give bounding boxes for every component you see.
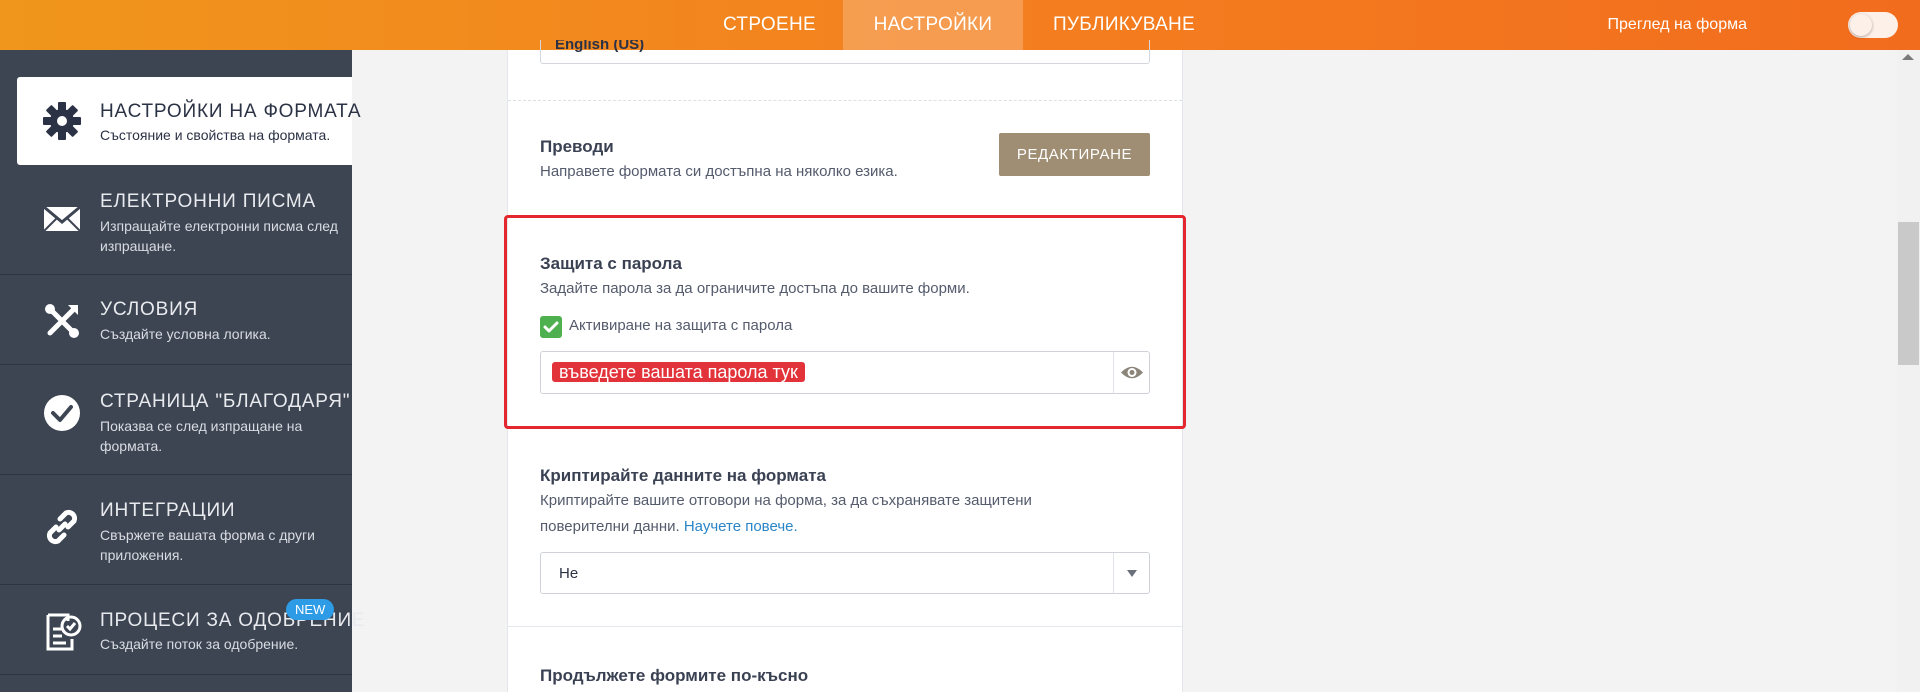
page-scrollbar[interactable]	[1897, 50, 1920, 692]
sidebar-item-title: СТРАНИЦА "БЛАГОДАРЯ"	[100, 391, 351, 412]
sidebar-item-thank-you-page[interactable]: СТРАНИЦА "БЛАГОДАРЯ" Показва се след изп…	[0, 365, 352, 475]
check-circle-icon	[44, 395, 80, 431]
approval-icon	[46, 613, 82, 651]
continue-later-title: Продължете формите по-късно	[540, 666, 809, 685]
sidebar-item-description: Изпращайте електронни писма след изпраща…	[100, 218, 338, 254]
settings-sidebar: НАСТРОЙКИ НА ФОРМАТА Състояние и свойств…	[0, 50, 365, 692]
sidebar-item-title: НАСТРОЙКИ НА ФОРМАТА	[100, 101, 362, 122]
section-divider	[508, 100, 1182, 101]
envelope-icon	[43, 205, 81, 232]
sidebar-item-description: Свържете вашата форма с други приложения…	[100, 527, 315, 563]
scroll-up-icon[interactable]	[1902, 54, 1914, 60]
sidebar-item-emails[interactable]: ЕЛЕКТРОННИ ПИСМА Изпращайте електронни п…	[0, 165, 352, 275]
sidebar-item-title: УСЛОВИЯ	[100, 299, 199, 320]
sidebar-item-description: Създайте условна логика.	[100, 326, 271, 342]
translations-title: Преводи	[540, 137, 614, 156]
encrypt-title: Криптирайте данните на формата	[540, 466, 827, 485]
encrypt-description: Криптирайте вашите отговори на форма, за…	[540, 488, 1100, 540]
select-arrow[interactable]	[1113, 553, 1149, 593]
form-preview-toggle[interactable]	[1848, 12, 1898, 38]
sidebar-item-description: Създайте поток за одобрение.	[100, 636, 299, 652]
sidebar-item-integrations[interactable]: ИНТЕГРАЦИИ Свържете вашата форма с други…	[0, 475, 352, 585]
gear-icon	[43, 102, 81, 140]
sidebar-item-title: ИНТЕГРАЦИИ	[100, 500, 236, 521]
sidebar-item-description: Показва се след изпращане на формата.	[100, 418, 303, 454]
encrypt-select-value: Не	[559, 565, 579, 582]
conditions-icon	[45, 304, 79, 338]
form-preview-label: Преглед на форма	[1607, 16, 1747, 33]
sidebar-item-title: ЕЛЕКТРОННИ ПИСМА	[100, 191, 317, 212]
language-select[interactable]: English (US)	[540, 40, 1150, 64]
new-badge: NEW	[286, 599, 335, 620]
toggle-knob	[1850, 14, 1872, 36]
sidebar-item-description: Състояние и свойства на формата.	[100, 127, 331, 143]
section-divider	[508, 626, 1182, 627]
learn-more-link[interactable]: Научете повече.	[684, 518, 798, 535]
scrollbar-thumb[interactable]	[1898, 222, 1919, 365]
edit-translations-button[interactable]: РЕДАКТИРАНЕ	[999, 133, 1150, 176]
chevron-down-icon	[1127, 570, 1137, 577]
sidebar-item-conditions[interactable]: УСЛОВИЯ Създайте условна логика.	[0, 275, 352, 365]
sidebar-item-approval-flows[interactable]: ПРОЦЕСИ ЗА ОДОБРЕНИЕ Създайте поток за о…	[0, 585, 365, 675]
sidebar-item-form-settings[interactable]: НАСТРОЙКИ НА ФОРМАТА Състояние и свойств…	[17, 77, 361, 165]
link-icon	[46, 509, 78, 545]
password-section-highlight	[504, 215, 1186, 429]
encrypt-select[interactable]: Не	[540, 552, 1150, 594]
